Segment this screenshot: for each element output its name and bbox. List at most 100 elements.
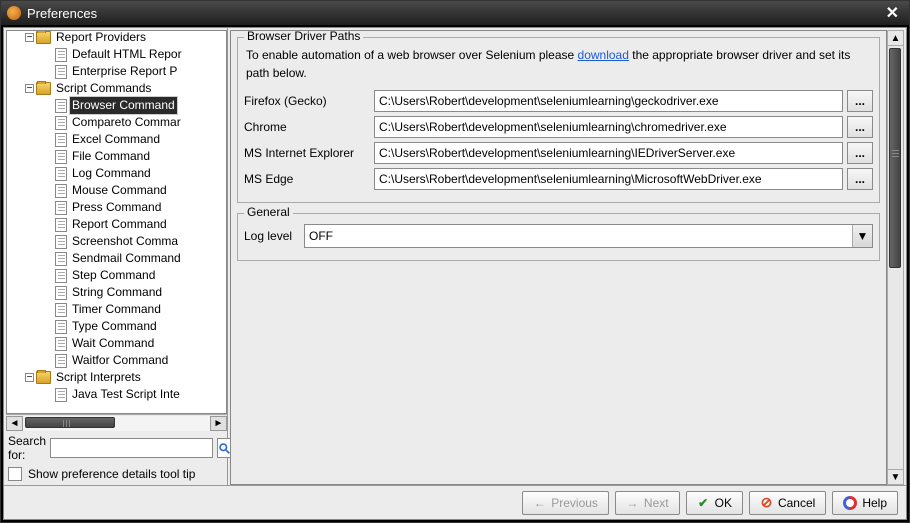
file-icon <box>55 99 67 113</box>
preferences-window: Preferences ✕ −Report ProvidersDefault H… <box>0 0 910 523</box>
folder-icon <box>36 31 51 44</box>
scroll-thumb[interactable] <box>25 417 115 428</box>
loglevel-row: Log level OFF ▼ <box>244 224 873 248</box>
tree-spacer <box>41 202 53 214</box>
tree-label: Timer Command <box>70 301 163 318</box>
download-link[interactable]: download <box>578 48 629 62</box>
tree-item[interactable]: Step Command <box>9 267 226 284</box>
search-input[interactable] <box>50 438 213 458</box>
arrow-left-icon <box>533 496 546 509</box>
tooltip-label: Show preference details tool tip <box>28 467 195 481</box>
tree-item[interactable]: Excel Command <box>9 131 226 148</box>
tree-folder[interactable]: −Script Commands <box>9 80 226 97</box>
tree-item[interactable]: Report Command <box>9 216 226 233</box>
tree-item[interactable]: Type Command <box>9 318 226 335</box>
tree-label: File Command <box>70 148 152 165</box>
tree-item[interactable]: Compareto Commar <box>9 114 226 131</box>
help-text: To enable automation of a web browser ov… <box>246 46 871 82</box>
scroll-track[interactable] <box>23 416 210 431</box>
tree-item[interactable]: File Command <box>9 148 226 165</box>
driver-path-input[interactable] <box>374 90 843 112</box>
tree-spacer <box>41 100 53 112</box>
help-button[interactable]: Help <box>832 491 898 515</box>
ok-button[interactable]: OK <box>686 491 743 515</box>
loglevel-select[interactable]: OFF ▼ <box>304 224 873 248</box>
loglevel-value: OFF <box>305 229 852 243</box>
tree-item[interactable]: Waitfor Command <box>9 352 226 369</box>
close-icon[interactable]: ✕ <box>882 3 903 23</box>
driver-path-row: Firefox (Gecko)... <box>244 90 873 112</box>
tree-label: Mouse Command <box>70 182 169 199</box>
tree-item[interactable]: Press Command <box>9 199 226 216</box>
tree-toggle-icon[interactable]: − <box>25 84 34 93</box>
check-icon <box>697 496 710 509</box>
scroll-right-icon[interactable]: ► <box>210 416 227 431</box>
tree-spacer <box>41 321 53 333</box>
tree-item[interactable]: Screenshot Comma <box>9 233 226 250</box>
file-icon <box>55 116 67 130</box>
tree-label: Waitfor Command <box>70 352 170 369</box>
tree-item[interactable]: Java Test Script Inte <box>9 386 226 403</box>
driver-path-input[interactable] <box>374 168 843 190</box>
tree-spacer <box>41 355 53 367</box>
folder-icon <box>36 82 51 95</box>
tree-spacer <box>41 219 53 231</box>
cancel-button[interactable]: Cancel <box>749 491 826 515</box>
tooltip-checkbox-row: Show preference details tool tip <box>4 465 227 485</box>
scroll-track[interactable] <box>888 46 903 469</box>
previous-button[interactable]: Previous <box>522 491 609 515</box>
tree-h-scrollbar[interactable]: ◄ ► <box>6 414 227 431</box>
tree-spacer <box>41 338 53 350</box>
scroll-left-icon[interactable]: ◄ <box>6 416 23 431</box>
driver-label: MS Edge <box>244 172 370 186</box>
tree-label: Log Command <box>70 165 153 182</box>
tree-label: Report Providers <box>54 30 148 46</box>
tooltip-checkbox[interactable] <box>8 467 22 481</box>
tree-item[interactable]: Sendmail Command <box>9 250 226 267</box>
tree-item[interactable]: Enterprise Report P <box>9 63 226 80</box>
tree-item[interactable]: Browser Command <box>9 97 226 114</box>
browse-button[interactable]: ... <box>847 116 873 138</box>
tree-label: Script Interprets <box>54 369 143 386</box>
tree-label: Screenshot Comma <box>70 233 180 250</box>
folder-icon <box>36 371 51 384</box>
driver-path-input[interactable] <box>374 142 843 164</box>
group-title: Browser Driver Paths <box>244 30 363 43</box>
tree-toggle-icon[interactable]: − <box>25 373 34 382</box>
browse-button[interactable]: ... <box>847 90 873 112</box>
file-icon <box>55 150 67 164</box>
tree-item[interactable]: Mouse Command <box>9 182 226 199</box>
browse-button[interactable]: ... <box>847 168 873 190</box>
settings-pane: Browser Driver Paths To enable automatio… <box>228 28 906 485</box>
scroll-thumb[interactable] <box>889 48 901 268</box>
browse-button[interactable]: ... <box>847 142 873 164</box>
tree-spacer <box>41 134 53 146</box>
tree-item[interactable]: Wait Command <box>9 335 226 352</box>
tree-spacer <box>41 270 53 282</box>
tree-label: String Command <box>70 284 164 301</box>
scroll-down-icon[interactable]: ▼ <box>888 469 903 484</box>
driver-path-input[interactable] <box>374 116 843 138</box>
settings-v-scrollbar[interactable]: ▲ ▼ <box>887 30 904 485</box>
file-icon <box>55 337 67 351</box>
tree-folder[interactable]: − Report Providers <box>9 30 226 46</box>
file-icon <box>55 201 67 215</box>
tree-item[interactable]: Log Command <box>9 165 226 182</box>
tree-spacer <box>41 185 53 197</box>
group-title: General <box>244 205 293 219</box>
main-area: − Report ProvidersDefault HTML ReporEnter… <box>4 28 906 485</box>
tree-label: Press Command <box>70 199 163 216</box>
tree-toggle-icon[interactable]: − <box>25 33 34 42</box>
sidebar: − Report ProvidersDefault HTML ReporEnter… <box>4 28 228 485</box>
driver-label: MS Internet Explorer <box>244 146 370 160</box>
tree-item[interactable]: Default HTML Repor <box>9 46 226 63</box>
tree-item[interactable]: String Command <box>9 284 226 301</box>
file-icon <box>55 303 67 317</box>
scroll-up-icon[interactable]: ▲ <box>888 31 903 46</box>
general-group: General Log level OFF ▼ <box>237 213 880 261</box>
tree-item[interactable]: Timer Command <box>9 301 226 318</box>
next-button[interactable]: Next <box>615 491 680 515</box>
tree-folder[interactable]: − Script Interprets <box>9 369 226 386</box>
app-icon <box>7 6 21 20</box>
file-icon <box>55 218 67 232</box>
